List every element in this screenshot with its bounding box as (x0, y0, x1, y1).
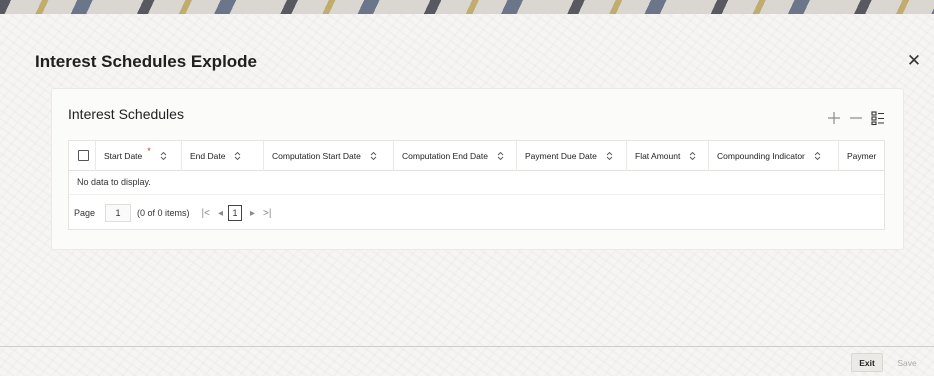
delete-row-icon[interactable] (848, 110, 864, 126)
column-label: Payment Due Date (525, 150, 597, 161)
column-header-computation-end-date[interactable]: Computation End Date (394, 141, 517, 171)
previous-page-icon[interactable]: ◂ (218, 208, 223, 219)
current-page-button[interactable]: 1 (228, 205, 243, 221)
column-header-flat-amount[interactable]: Flat Amount (627, 141, 709, 171)
required-marker: * (147, 145, 151, 156)
column-label: Computation End Date (402, 150, 488, 161)
column-header-payment-due-date[interactable]: Payment Due Date (517, 141, 627, 171)
footer-divider (0, 346, 934, 347)
sort-icon[interactable] (497, 151, 504, 161)
decorative-header-band (0, 0, 934, 14)
single-record-view-icon[interactable] (870, 110, 886, 126)
interest-schedules-panel: Interest Schedules Start Date * End Date… (51, 88, 904, 250)
column-header-end-date[interactable]: End Date (182, 141, 264, 171)
item-count: (0 of 0 items) (137, 208, 190, 218)
add-row-icon[interactable] (826, 110, 842, 126)
sort-icon[interactable] (160, 151, 167, 161)
sort-icon[interactable] (606, 151, 613, 161)
column-label: Paymer (847, 150, 877, 161)
next-page-icon[interactable]: ▸ (250, 208, 255, 219)
select-all-cell (69, 141, 96, 171)
sort-icon[interactable] (814, 151, 821, 161)
panel-title: Interest Schedules (68, 106, 184, 122)
page-number-input[interactable]: 1 (105, 204, 132, 222)
save-button[interactable]: Save (891, 353, 923, 372)
sort-icon[interactable] (689, 151, 696, 161)
column-header-computation-start-date[interactable]: Computation Start Date (264, 141, 394, 171)
exit-button[interactable]: Exit (851, 353, 883, 372)
first-page-icon[interactable]: |< (202, 208, 210, 219)
select-all-checkbox[interactable] (78, 150, 89, 161)
column-header-start-date[interactable]: Start Date * (96, 141, 182, 171)
last-page-icon[interactable]: >| (263, 208, 271, 219)
page-label: Page (74, 208, 96, 218)
column-label: End Date (190, 150, 226, 161)
column-header-payment-truncated[interactable]: Paymer (839, 141, 884, 171)
grid-toolbar (826, 108, 886, 128)
sort-icon[interactable] (370, 151, 377, 161)
column-label: Computation Start Date (272, 150, 361, 161)
pagination-bar: Page 1 (0 of 0 items) |< ◂ 1 ▸ >| (69, 194, 884, 229)
interest-schedules-grid: Start Date * End Date Computation Start … (68, 140, 885, 230)
column-label: Compounding Indicator (717, 150, 805, 161)
sort-icon[interactable] (234, 151, 241, 161)
close-icon[interactable]: ✕ (905, 52, 923, 70)
empty-grid-message: No data to display. (77, 177, 151, 187)
grid-header-row: Start Date * End Date Computation Start … (69, 141, 884, 171)
column-label: Flat Amount (635, 150, 681, 161)
dialog-title: Interest Schedules Explode (35, 52, 258, 71)
column-label: Start Date (104, 150, 143, 161)
column-header-compounding-indicator[interactable]: Compounding Indicator (709, 141, 839, 171)
